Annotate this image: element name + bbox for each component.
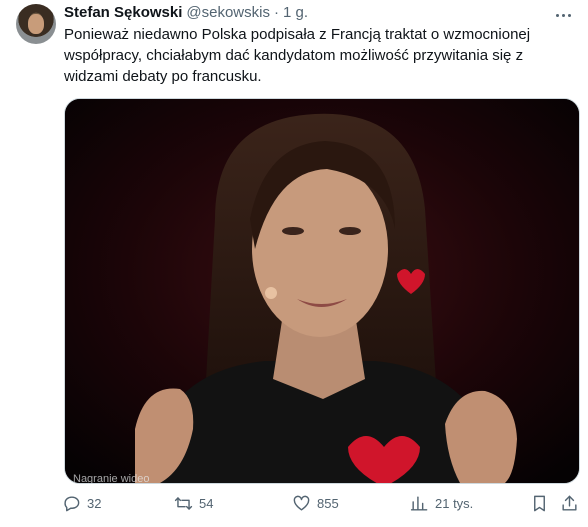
views-icon xyxy=(410,496,428,511)
more-icon[interactable] xyxy=(552,6,574,24)
author-name[interactable]: Stefan Sękowski xyxy=(64,4,182,21)
avatar[interactable] xyxy=(16,4,56,44)
video-frame xyxy=(65,99,579,483)
retweet-count: 54 xyxy=(199,496,214,511)
retweet-icon xyxy=(174,497,193,510)
tweet-text: Ponieważ niedawno Polska podpisała z Fra… xyxy=(64,26,531,85)
tweet[interactable]: Stefan Sękowski @sekowskis · 1 g. Poniew… xyxy=(0,0,588,527)
retweet-button[interactable]: 54 xyxy=(174,494,213,513)
avatar-face xyxy=(28,14,44,34)
like-count: 855 xyxy=(317,496,339,511)
heart-icon xyxy=(293,495,310,511)
tweet-header: Stefan Sękowski @sekowskis · 1 g. xyxy=(64,4,308,21)
reply-button[interactable]: 32 xyxy=(62,494,101,513)
bookmark-button[interactable] xyxy=(530,494,549,513)
author-handle[interactable]: @sekowskis xyxy=(186,4,270,21)
tweet-media-video[interactable]: Nagranie wideo xyxy=(64,98,580,484)
timestamp[interactable]: 1 g. xyxy=(283,4,308,21)
action-bar: 32 54 855 21 tys. xyxy=(56,494,578,518)
reply-count: 32 xyxy=(87,496,102,511)
views-button[interactable]: 21 tys. xyxy=(410,494,473,513)
bookmark-icon xyxy=(534,495,545,512)
views-count: 21 tys. xyxy=(435,496,474,511)
reply-icon xyxy=(64,496,80,512)
share-button[interactable] xyxy=(560,494,579,513)
media-caption: Nagranie wideo xyxy=(73,473,150,484)
like-button[interactable]: 855 xyxy=(292,494,339,513)
share-icon xyxy=(562,495,577,511)
separator-dot: · xyxy=(273,4,279,21)
